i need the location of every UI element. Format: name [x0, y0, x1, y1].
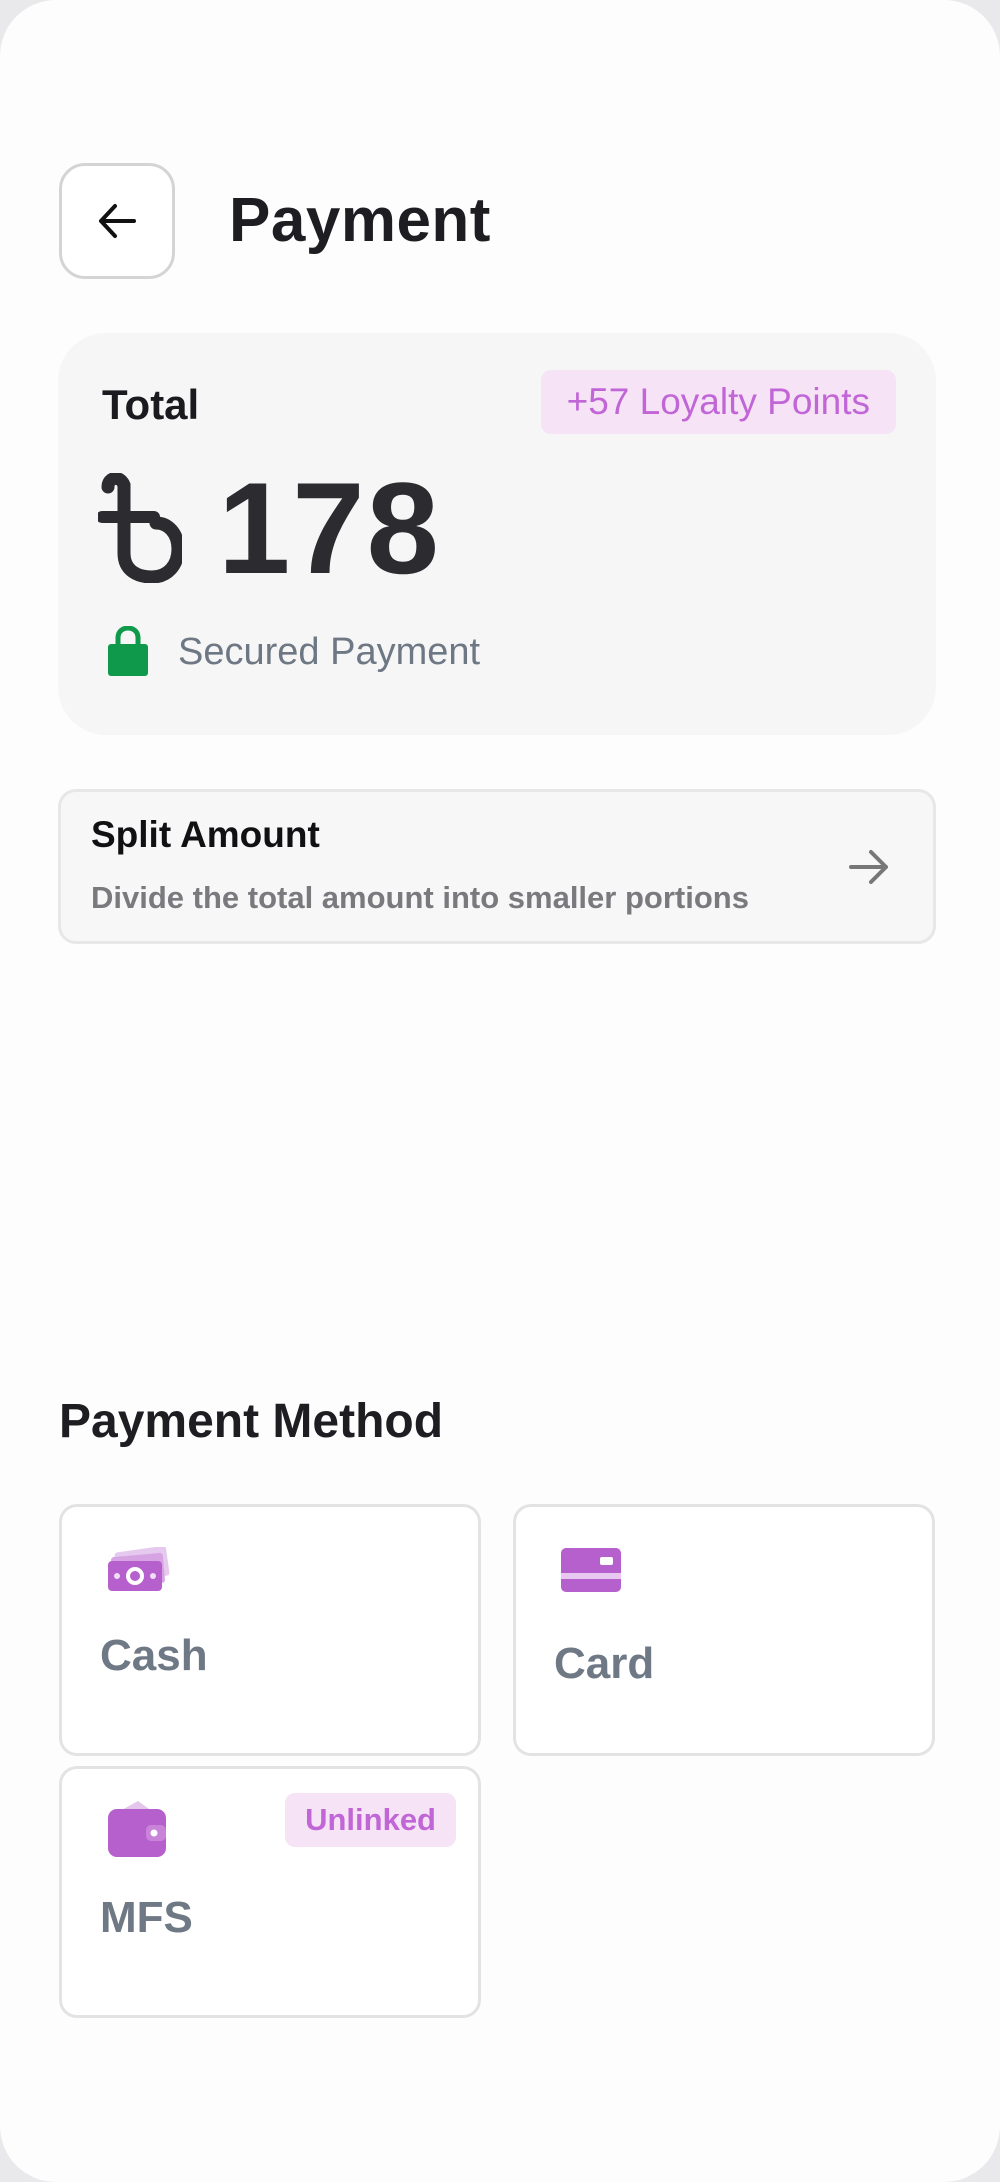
- wallet-icon: [108, 1801, 166, 1857]
- loyalty-points-badge: +57 Loyalty Points: [540, 370, 896, 434]
- secured-payment: Secured Payment: [106, 626, 480, 678]
- payment-method-cash[interactable]: Cash: [59, 1504, 481, 1756]
- payment-method-mfs[interactable]: Unlinked MFS: [59, 1766, 481, 2018]
- method-label-cash: Cash: [100, 1631, 208, 1680]
- back-button[interactable]: [59, 163, 175, 279]
- split-amount-title: Split Amount: [91, 814, 320, 855]
- payment-method-card[interactable]: Card: [513, 1504, 935, 1756]
- total-label: Total: [102, 381, 200, 428]
- page-title: Payment: [229, 186, 491, 255]
- taka-icon: [98, 473, 182, 583]
- amount-value: 178: [218, 455, 441, 601]
- total-amount: 178: [98, 453, 441, 603]
- arrow-left-icon: [99, 204, 136, 238]
- unlinked-badge: Unlinked: [285, 1793, 456, 1847]
- secured-payment-text: Secured Payment: [178, 630, 481, 673]
- card-icon: [561, 1548, 621, 1592]
- arrow-right-icon: [849, 850, 888, 884]
- cash-icon: [108, 1547, 170, 1591]
- lock-icon: [108, 626, 148, 676]
- split-amount-button[interactable]: Split Amount Divide the total amount int…: [58, 789, 936, 944]
- total-card: Total +57 Loyalty Points 178 Secured Pay…: [58, 333, 936, 735]
- payment-method-title: Payment Method: [59, 1395, 444, 1448]
- split-amount-subtitle: Divide the total amount into smaller por…: [91, 880, 749, 915]
- method-label-card: Card: [554, 1639, 655, 1688]
- method-label-mfs: MFS: [100, 1893, 193, 1942]
- payment-screen: Payment Total +57 Loyalty Points 178 Sec…: [0, 0, 1000, 2182]
